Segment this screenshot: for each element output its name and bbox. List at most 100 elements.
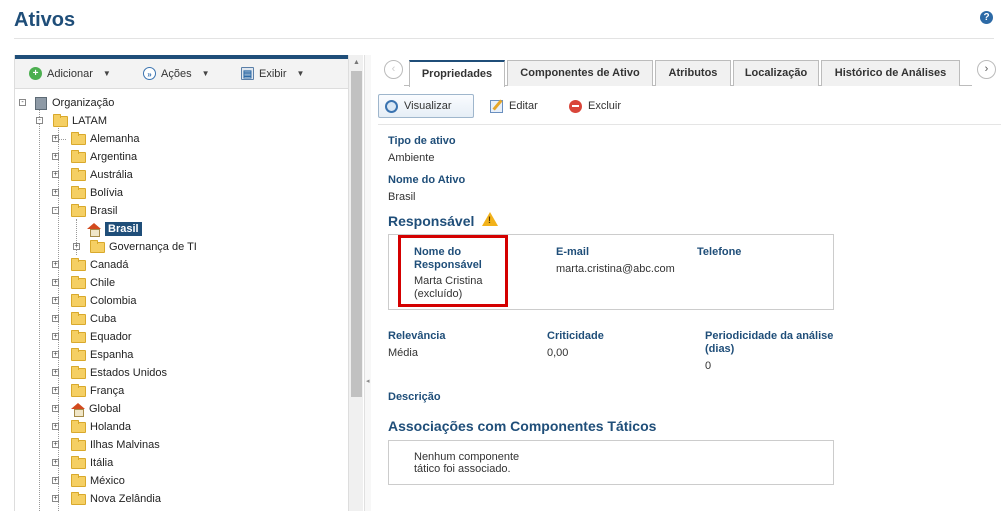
- folder-icon: [71, 347, 86, 361]
- folder-icon: [71, 491, 86, 505]
- tab-scroll-right-button[interactable]: ›: [977, 60, 996, 79]
- tree-node-country[interactable]: + Bolívia: [52, 184, 124, 202]
- tree-expander[interactable]: +: [52, 153, 59, 160]
- tree-toolbar: + Adicionar ▼ » Ações ▼ ▤ Exibir ▼: [15, 59, 348, 89]
- tree-expander[interactable]: +: [52, 423, 59, 430]
- tree-node-country[interactable]: + Estados Unidos: [52, 364, 167, 382]
- view-menu-label: Exibir: [259, 67, 287, 80]
- highlight-box: [398, 235, 508, 307]
- tab-atributos[interactable]: Atributos: [655, 60, 731, 86]
- tree-node-label: Brasil: [90, 205, 118, 217]
- tree-node-country[interactable]: + Itália: [52, 454, 114, 472]
- tree-scrollbar[interactable]: ▲: [348, 55, 363, 511]
- actions-button[interactable]: » Ações ▼: [143, 67, 210, 80]
- collapse-left-icon[interactable]: ◂: [366, 377, 370, 385]
- tree-expander[interactable]: +: [52, 333, 59, 340]
- warning-icon: !: [482, 212, 498, 226]
- tree-node-country[interactable]: + Equador: [52, 328, 132, 346]
- tree-expander[interactable]: +: [52, 189, 59, 196]
- tree-node-selected[interactable]: Brasil: [87, 220, 142, 238]
- view-button[interactable]: Visualizar: [378, 94, 474, 118]
- tree-node-label: Nova Zelândia: [90, 493, 161, 505]
- tree-expander[interactable]: +: [52, 387, 59, 394]
- folder-icon: [71, 293, 86, 307]
- tab-localizacao[interactable]: Localização: [733, 60, 819, 86]
- email-value: marta.cristina@abc.com: [556, 263, 675, 275]
- tree-node-label: Cuba: [90, 313, 117, 325]
- folder-icon: [71, 419, 86, 433]
- add-button[interactable]: + Adicionar ▼: [29, 67, 111, 80]
- tree-node-country[interactable]: + Global: [52, 400, 121, 418]
- phone-label: Telefone: [697, 246, 742, 258]
- actions-divider: [378, 124, 1001, 125]
- view-button-label: Visualizar: [404, 100, 452, 112]
- tree-node-country[interactable]: + Chile: [52, 274, 116, 292]
- tree-node-label: Alemanha: [90, 133, 140, 145]
- chevron-down-icon: ▼: [102, 69, 111, 78]
- tree-node-country[interactable]: + Austrália: [52, 166, 133, 184]
- associations-empty-line1: Nenhum componente: [414, 451, 520, 463]
- tree-node-country[interactable]: + Holanda: [52, 418, 131, 436]
- pencil-icon: [490, 99, 503, 113]
- tree-node-latam[interactable]: LATAM: [53, 112, 107, 130]
- tree-node-organizacao[interactable]: Organização: [35, 94, 114, 112]
- tree-expander[interactable]: +: [52, 369, 59, 376]
- tab-scroll-left-button[interactable]: ‹: [384, 60, 403, 79]
- tree-expander[interactable]: +: [52, 351, 59, 358]
- folder-icon: [71, 311, 86, 325]
- scrollbar-thumb[interactable]: [351, 71, 362, 397]
- delete-button-label: Excluir: [588, 100, 622, 112]
- folder-icon: [71, 275, 86, 289]
- folder-icon: [53, 113, 68, 127]
- tab-propriedades[interactable]: Propriedades: [409, 60, 505, 87]
- tree-node-country[interactable]: + Alemanha: [52, 130, 140, 148]
- tree-node-country[interactable]: + Espanha: [52, 346, 134, 364]
- tree-expander[interactable]: +: [52, 477, 59, 484]
- panel-splitter[interactable]: ◂: [364, 55, 371, 511]
- tree-node-country[interactable]: + Ilhas Malvinas: [52, 436, 160, 454]
- tree-expander[interactable]: +: [52, 441, 59, 448]
- tree-expander[interactable]: +: [52, 459, 59, 466]
- tree-expander[interactable]: +: [52, 135, 59, 142]
- description-label: Descrição: [388, 391, 441, 403]
- home-icon: [71, 403, 85, 417]
- tree-node-country[interactable]: + Canadá: [52, 256, 129, 274]
- tree-expander[interactable]: +: [52, 261, 59, 268]
- delete-button[interactable]: Excluir: [563, 94, 627, 118]
- tree-node-country[interactable]: + Argentina: [52, 148, 137, 166]
- view-menu-button[interactable]: ▤ Exibir ▼: [241, 67, 304, 80]
- folder-icon: [71, 329, 86, 343]
- tree-node-label: Chile: [90, 277, 116, 289]
- tree-expander[interactable]: +: [73, 243, 80, 250]
- responsible-section-title: Responsável: [388, 213, 475, 229]
- tree-node-label: LATAM: [72, 115, 108, 127]
- tree-expander[interactable]: +: [52, 171, 59, 178]
- tree-expander[interactable]: +: [52, 495, 59, 502]
- tree-node-country[interactable]: + México: [52, 472, 125, 490]
- home-icon: [87, 223, 101, 237]
- tree-expander[interactable]: +: [52, 405, 59, 412]
- tree-node-country[interactable]: - Brasil: [52, 202, 118, 220]
- edit-button[interactable]: Editar: [484, 94, 544, 118]
- tree-node-label: Bolívia: [90, 187, 124, 199]
- tree-node-country[interactable]: + Colombia: [52, 292, 136, 310]
- periodicity-label-line2: (dias): [705, 343, 735, 355]
- tree-expander[interactable]: +: [52, 297, 59, 304]
- tree-node-country[interactable]: + Nova Zelândia: [52, 490, 161, 508]
- tree-expander[interactable]: +: [52, 315, 59, 322]
- criticality-value: 0,00: [547, 347, 569, 359]
- scroll-up-icon[interactable]: ▲: [353, 59, 360, 66]
- tree-node-label: Itália: [90, 457, 114, 469]
- tree-node-country[interactable]: + Cuba: [52, 310, 117, 328]
- tree-expander[interactable]: -: [52, 207, 59, 214]
- tab-historico-de-analises[interactable]: Histórico de Análises: [821, 60, 960, 86]
- relevance-value: Média: [388, 347, 418, 359]
- tree-node-label: Espanha: [90, 349, 134, 361]
- tab-componentes-de-ativo[interactable]: Componentes de Ativo: [507, 60, 653, 86]
- help-icon[interactable]: ?: [980, 11, 993, 24]
- tree-node-country[interactable]: + França: [52, 382, 124, 400]
- tree-expander[interactable]: -: [36, 117, 43, 124]
- tree-node-governance[interactable]: + Governança de TI: [73, 238, 197, 256]
- tree-expander[interactable]: +: [52, 279, 59, 286]
- tree-expander[interactable]: -: [19, 99, 26, 106]
